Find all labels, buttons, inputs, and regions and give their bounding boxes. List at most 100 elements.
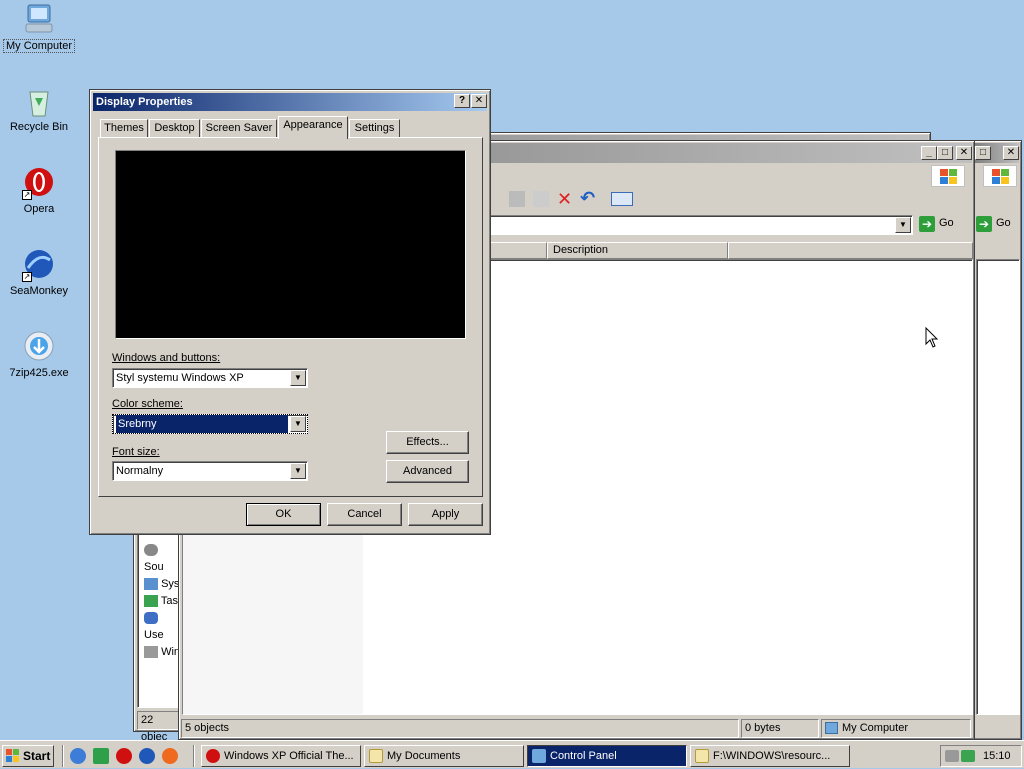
list-item[interactable]: Win (144, 644, 180, 661)
chevron-down-icon[interactable]: ▼ (290, 463, 306, 479)
desktop-icon-label: Opera (23, 203, 55, 215)
appearance-panel: Windows and buttons: Styl systemu Window… (98, 137, 483, 497)
apply-button[interactable]: Apply (408, 503, 483, 526)
close-button[interactable]: ✕ (471, 94, 487, 108)
desktop-icon-label: SeaMonkey (9, 285, 69, 297)
desktop-icon-label: Recycle Bin (9, 121, 69, 133)
status-size: 0 bytes (741, 719, 819, 738)
seamonkey-icon[interactable] (139, 748, 155, 764)
task-control-panel[interactable]: Control Panel (527, 745, 687, 767)
system-icon (144, 578, 158, 591)
delete-icon[interactable]: ✕ (557, 189, 572, 210)
mouse-cursor-icon (925, 327, 939, 348)
opera-icon[interactable] (116, 748, 132, 764)
windows-logo-icon (931, 165, 965, 187)
list-item[interactable]: Use (144, 610, 180, 644)
show-desktop-icon[interactable] (70, 748, 86, 764)
recycle-bin-icon (22, 84, 56, 118)
close-button[interactable]: ✕ (1003, 146, 1019, 160)
users-icon (144, 612, 158, 625)
minimize-button[interactable]: _ (921, 146, 937, 160)
switch-windows-icon[interactable] (93, 748, 109, 764)
explorer-window-right[interactable]: □ ✕ ➔ Go (972, 140, 1022, 740)
status-object-count: 22 objec (137, 711, 181, 743)
taskbar: Start Windows XP Official The... My Docu… (0, 740, 1024, 768)
start-button[interactable]: Start (2, 745, 54, 767)
task-windows-xp-theme[interactable]: Windows XP Official The... (201, 745, 361, 767)
tab-themes[interactable]: Themes (100, 119, 148, 138)
safely-remove-icon[interactable] (961, 750, 975, 762)
font-size-label: Font size: (112, 446, 160, 458)
windows-buttons-label: Windows and buttons: (112, 352, 221, 364)
color-scheme-label: Color scheme: (112, 398, 183, 410)
column-header-type[interactable] (489, 242, 547, 259)
windows-logo-icon (6, 749, 20, 763)
go-arrow-icon: ➔ (976, 216, 992, 232)
task-my-documents[interactable]: My Documents (364, 745, 524, 767)
go-button[interactable]: ➔ Go (917, 214, 963, 234)
desktop-icon-my-computer[interactable]: My Computer (2, 2, 76, 53)
opera-icon (206, 749, 220, 763)
help-button[interactable]: ? (454, 94, 470, 108)
desktop-icon-label: 7zip425.exe (9, 367, 69, 379)
move-to-icon[interactable] (509, 191, 525, 207)
shortcut-arrow-icon: ↗ (22, 190, 32, 200)
explorer-side-list: Sou Sys Tas Use Win (137, 513, 181, 708)
list-item[interactable]: Tas (144, 593, 180, 610)
folder-icon (695, 749, 709, 763)
list-item[interactable]: Sys (144, 576, 180, 593)
windows-buttons-select[interactable]: Styl systemu Windows XP ▼ (112, 368, 308, 388)
tab-screen-saver[interactable]: Screen Saver (201, 119, 277, 138)
go-arrow-icon: ➔ (919, 216, 935, 232)
folder-icon (369, 749, 383, 763)
dialog-title[interactable]: Display Properties (93, 93, 487, 111)
desktop-icon-recycle-bin[interactable]: Recycle Bin (2, 84, 76, 133)
list-item[interactable]: Sou (144, 542, 180, 576)
ok-button[interactable]: OK (246, 503, 321, 526)
desktop-icon-opera[interactable]: ↗ Opera (2, 166, 76, 215)
cancel-button[interactable]: Cancel (327, 503, 402, 526)
tab-appearance[interactable]: Appearance (278, 116, 348, 139)
chevron-down-icon[interactable]: ▼ (895, 217, 911, 233)
opera-icon: ↗ (22, 166, 56, 200)
desktop-icon-label: My Computer (2, 39, 76, 53)
column-header-description[interactable]: Description (547, 242, 728, 259)
views-icon[interactable] (611, 192, 633, 206)
close-button[interactable]: ✕ (956, 146, 972, 160)
chevron-down-icon[interactable]: ▼ (290, 416, 306, 432)
maximize-button[interactable]: □ (975, 146, 991, 160)
undo-icon[interactable]: ↶ (580, 188, 595, 209)
wireless-icon (144, 646, 158, 659)
control-panel-icon (532, 749, 546, 763)
task-windows-resources[interactable]: F:\WINDOWS\resourc... (690, 745, 850, 767)
network-icon[interactable] (945, 750, 959, 762)
go-button[interactable]: ➔ Go (974, 214, 1018, 234)
file-list-area[interactable] (976, 259, 1020, 715)
tab-settings[interactable]: Settings (349, 119, 400, 138)
status-location: My Computer (821, 719, 971, 738)
status-object-count: 5 objects (181, 719, 739, 738)
tab-desktop[interactable]: Desktop (149, 119, 200, 138)
clock[interactable]: 15:10 (983, 746, 1011, 766)
sounds-icon (144, 544, 158, 557)
shortcut-arrow-icon: ↗ (22, 272, 32, 282)
copy-to-icon[interactable] (533, 191, 549, 207)
address-field[interactable]: ▼ (483, 215, 913, 235)
system-tray: 15:10 (940, 745, 1022, 767)
divider (62, 745, 64, 767)
advanced-button[interactable]: Advanced (386, 460, 469, 483)
chevron-down-icon[interactable]: ▼ (290, 370, 306, 386)
font-size-select[interactable]: Normalny ▼ (112, 461, 308, 481)
color-scheme-select[interactable]: Srebrny ▼ (112, 414, 308, 434)
seamonkey-icon: ↗ (22, 248, 56, 282)
taskbar-icon (144, 595, 158, 608)
desktop-icon-7zip[interactable]: 7zip425.exe (2, 330, 76, 379)
installer-icon (22, 330, 56, 364)
desktop-icon-seamonkey[interactable]: ↗ SeaMonkey (2, 248, 76, 297)
effects-button[interactable]: Effects... (386, 431, 469, 454)
appearance-preview (115, 150, 466, 339)
media-player-icon[interactable] (162, 748, 178, 764)
windows-logo-icon (983, 165, 1017, 187)
computer-icon (825, 722, 838, 734)
maximize-button[interactable]: □ (937, 146, 953, 160)
